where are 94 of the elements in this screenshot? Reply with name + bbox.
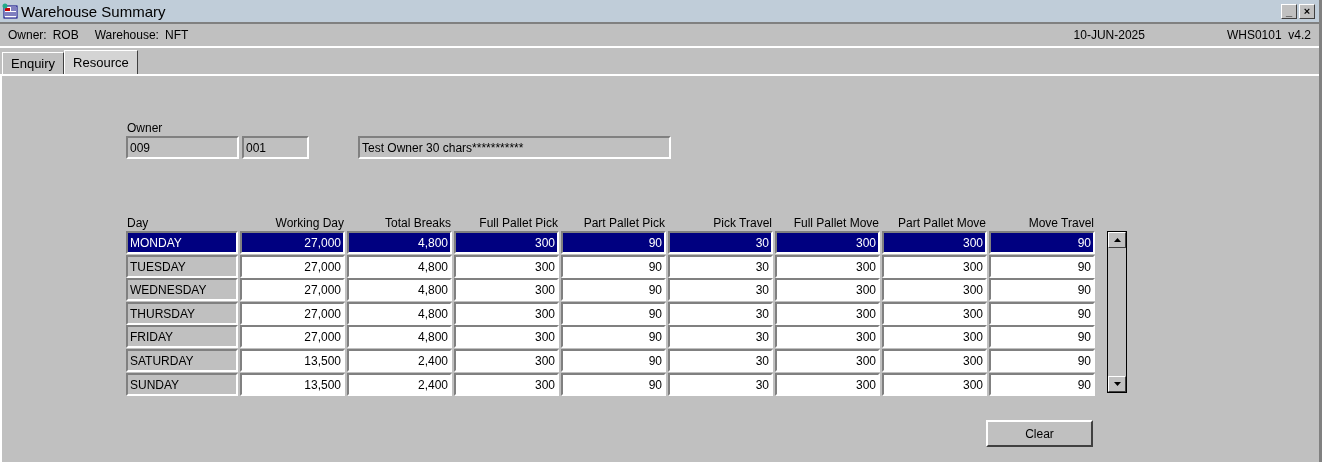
minimize-button[interactable]: _ bbox=[1281, 3, 1297, 19]
table-cell[interactable]: 2,400 bbox=[347, 372, 452, 396]
table-cell[interactable]: 30 bbox=[668, 278, 773, 302]
table-cell[interactable]: 90 bbox=[561, 231, 666, 254]
table-cell[interactable]: 27,000 bbox=[240, 231, 345, 254]
table-cell[interactable]: 300 bbox=[882, 278, 987, 302]
owner-code-field[interactable]: 009 bbox=[126, 136, 239, 159]
table-cell[interactable]: 300 bbox=[882, 325, 987, 349]
scroll-up-button[interactable] bbox=[1108, 232, 1126, 248]
column-header: Full Pallet Move bbox=[792, 216, 880, 231]
table-cell[interactable]: SATURDAY bbox=[126, 348, 238, 372]
table-cell[interactable]: 300 bbox=[775, 348, 880, 372]
table-cell[interactable]: THURSDAY bbox=[126, 301, 238, 325]
table-cell[interactable]: 30 bbox=[668, 372, 773, 396]
owner-label: Owner bbox=[127, 121, 164, 135]
column-header: Day bbox=[126, 216, 150, 231]
table-cell[interactable]: 27,000 bbox=[240, 301, 345, 325]
table-cell[interactable]: 90 bbox=[561, 301, 666, 325]
column-header: Part Pallet Pick bbox=[582, 216, 666, 231]
table-cell[interactable]: 300 bbox=[775, 372, 880, 396]
table-cell[interactable]: 300 bbox=[454, 301, 559, 325]
table-cell[interactable]: 300 bbox=[775, 278, 880, 302]
table-cell[interactable]: 90 bbox=[989, 372, 1095, 396]
table-cell[interactable]: 90 bbox=[989, 278, 1095, 302]
table-cell[interactable]: 300 bbox=[454, 372, 559, 396]
table-cell[interactable]: 300 bbox=[775, 325, 880, 349]
clear-button[interactable]: Clear bbox=[986, 420, 1093, 448]
table-cell[interactable]: 300 bbox=[775, 254, 880, 278]
table-cell[interactable]: 300 bbox=[454, 348, 559, 372]
table-cell[interactable]: 2,400 bbox=[347, 348, 452, 372]
owner-name-field[interactable]: Test Owner 30 chars*********** bbox=[358, 136, 671, 159]
table-cell[interactable]: 90 bbox=[989, 231, 1095, 254]
table-cell[interactable]: 27,000 bbox=[240, 325, 345, 349]
column-header: Move Travel bbox=[1027, 216, 1095, 231]
table-cell[interactable]: 30 bbox=[668, 254, 773, 278]
down-arrow-icon bbox=[1113, 382, 1121, 386]
owner-value: ROB bbox=[52, 28, 79, 42]
table-cell[interactable]: 90 bbox=[561, 254, 666, 278]
app-icon bbox=[2, 3, 18, 19]
table-cell[interactable]: 4,800 bbox=[347, 278, 452, 302]
scrollbar[interactable] bbox=[1107, 231, 1127, 393]
sub-code-field[interactable]: 001 bbox=[242, 136, 309, 159]
table-cell[interactable]: 90 bbox=[989, 348, 1095, 372]
table-cell[interactable]: 300 bbox=[882, 254, 987, 278]
warehouse-value: NFT bbox=[164, 28, 189, 42]
window-title: Warehouse Summary bbox=[21, 2, 167, 20]
table-cell[interactable]: WEDNESDAY bbox=[126, 278, 238, 302]
table-cell[interactable]: 90 bbox=[989, 325, 1095, 349]
program-version: WHS0101 v4.2 bbox=[1226, 28, 1311, 42]
date-text: 10-JUN-2025 bbox=[1073, 28, 1145, 42]
table-cell[interactable]: 300 bbox=[882, 301, 987, 325]
column-header: Part Pallet Move bbox=[896, 216, 987, 231]
table-cell[interactable]: TUESDAY bbox=[126, 254, 238, 278]
table-cell[interactable]: 300 bbox=[454, 231, 559, 254]
table-cell[interactable]: 300 bbox=[882, 372, 987, 396]
table-cell[interactable]: 13,500 bbox=[240, 348, 345, 372]
table-cell[interactable]: 300 bbox=[775, 231, 880, 254]
table-cell[interactable]: 300 bbox=[454, 254, 559, 278]
table-cell[interactable]: MONDAY bbox=[126, 231, 238, 254]
table-cell[interactable]: 300 bbox=[775, 301, 880, 325]
column-header: Total Breaks bbox=[383, 216, 452, 231]
tab[interactable]: Resource bbox=[64, 50, 138, 74]
column-header: Pick Travel bbox=[712, 216, 773, 231]
table-cell[interactable]: SUNDAY bbox=[126, 372, 238, 396]
table-cell[interactable]: 300 bbox=[454, 325, 559, 349]
table-cell[interactable]: 27,000 bbox=[240, 278, 345, 302]
table-cell[interactable]: 27,000 bbox=[240, 254, 345, 278]
scroll-down-button[interactable] bbox=[1108, 376, 1126, 392]
table-cell[interactable]: 300 bbox=[882, 348, 987, 372]
table-cell[interactable]: 90 bbox=[561, 278, 666, 302]
table-cell[interactable]: 90 bbox=[989, 254, 1095, 278]
table-cell[interactable]: 90 bbox=[989, 301, 1095, 325]
table-cell[interactable]: 90 bbox=[561, 372, 666, 396]
owner-label: Owner: bbox=[8, 28, 47, 42]
table-cell[interactable]: 4,800 bbox=[347, 231, 452, 254]
table-cell[interactable]: 90 bbox=[561, 325, 666, 349]
table-cell[interactable]: 4,800 bbox=[347, 254, 452, 278]
table-cell[interactable]: 30 bbox=[668, 348, 773, 372]
table-cell[interactable]: 13,500 bbox=[240, 372, 345, 396]
column-header: Full Pallet Pick bbox=[478, 216, 559, 231]
warehouse-label: Warehouse: bbox=[94, 28, 159, 42]
table-cell[interactable]: 90 bbox=[561, 348, 666, 372]
table-cell[interactable]: 4,800 bbox=[347, 301, 452, 325]
table-cell[interactable]: 30 bbox=[668, 325, 773, 349]
column-header: Working Day bbox=[274, 216, 345, 231]
table-cell[interactable]: FRIDAY bbox=[126, 325, 238, 349]
table-cell[interactable]: 30 bbox=[668, 231, 773, 254]
table-cell[interactable]: 300 bbox=[454, 278, 559, 302]
tab[interactable]: Enquiry bbox=[2, 52, 65, 74]
close-button[interactable]: × bbox=[1299, 3, 1315, 19]
table-cell[interactable]: 30 bbox=[668, 301, 773, 325]
up-arrow-icon bbox=[1113, 238, 1121, 242]
table-cell[interactable]: 300 bbox=[882, 231, 987, 254]
table-cell[interactable]: 4,800 bbox=[347, 325, 452, 349]
